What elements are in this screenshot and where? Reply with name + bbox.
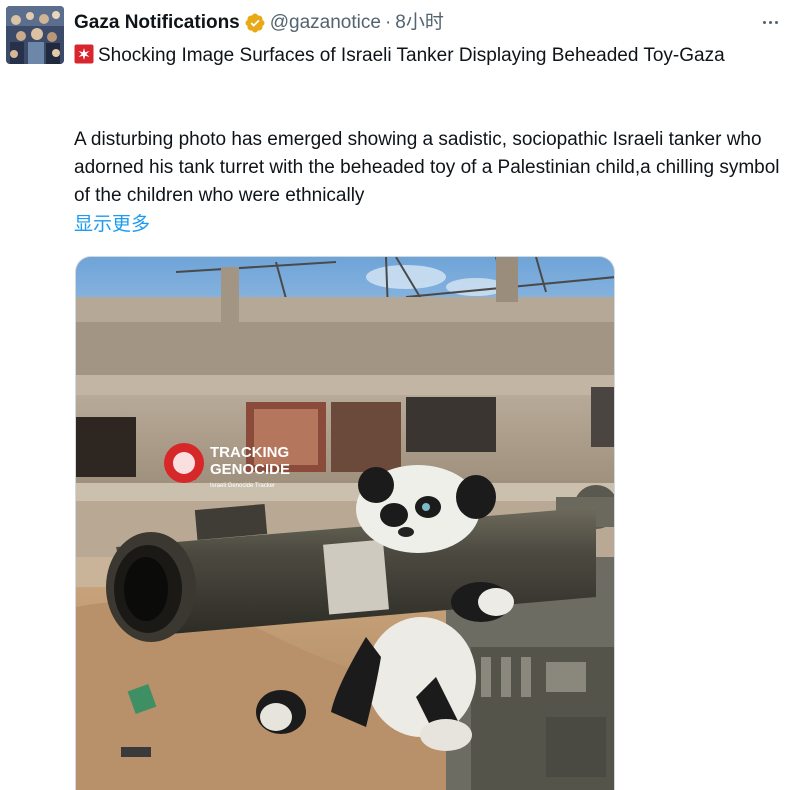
- verified-badge-icon: [245, 13, 265, 33]
- timestamp[interactable]: 8小时: [395, 11, 444, 35]
- display-name[interactable]: Gaza Notifications: [74, 11, 240, 35]
- post-title-text: Shocking Image Surfaces of Israeli Tanke…: [98, 45, 725, 66]
- post-media-image[interactable]: TRACKING GENOCIDE Israeli Genocide Track…: [75, 256, 615, 790]
- tweet-header: Gaza Notifications @gazanotice · 8小时: [74, 11, 444, 35]
- tracking-genocide-watermark: TRACKING GENOCIDE Israeli Genocide Track…: [164, 443, 290, 489]
- show-more-link[interactable]: 显示更多: [74, 211, 150, 239]
- watermark-subtitle: Israeli Genocide Tracker: [210, 483, 275, 489]
- account-avatar[interactable]: [6, 6, 64, 64]
- account-handle[interactable]: @gazanotice: [270, 11, 381, 35]
- more-options-icon[interactable]: [758, 12, 782, 32]
- tank-panda-photo: TRACKING GENOCIDE Israeli Genocide Track…: [76, 257, 614, 790]
- watermark-title-line1: TRACKING: [210, 444, 289, 461]
- post-title: Shocking Image Surfaces of Israeli Tanke…: [74, 42, 774, 70]
- post-body: A disturbing photo has emerged showing a…: [74, 129, 780, 206]
- watermark-title-line2: GENOCIDE: [210, 461, 290, 478]
- siren-emoji-icon: [74, 44, 94, 64]
- meta-separator: ·: [384, 12, 392, 33]
- tweet[interactable]: Gaza Notifications @gazanotice · 8小时 Sho…: [0, 0, 796, 790]
